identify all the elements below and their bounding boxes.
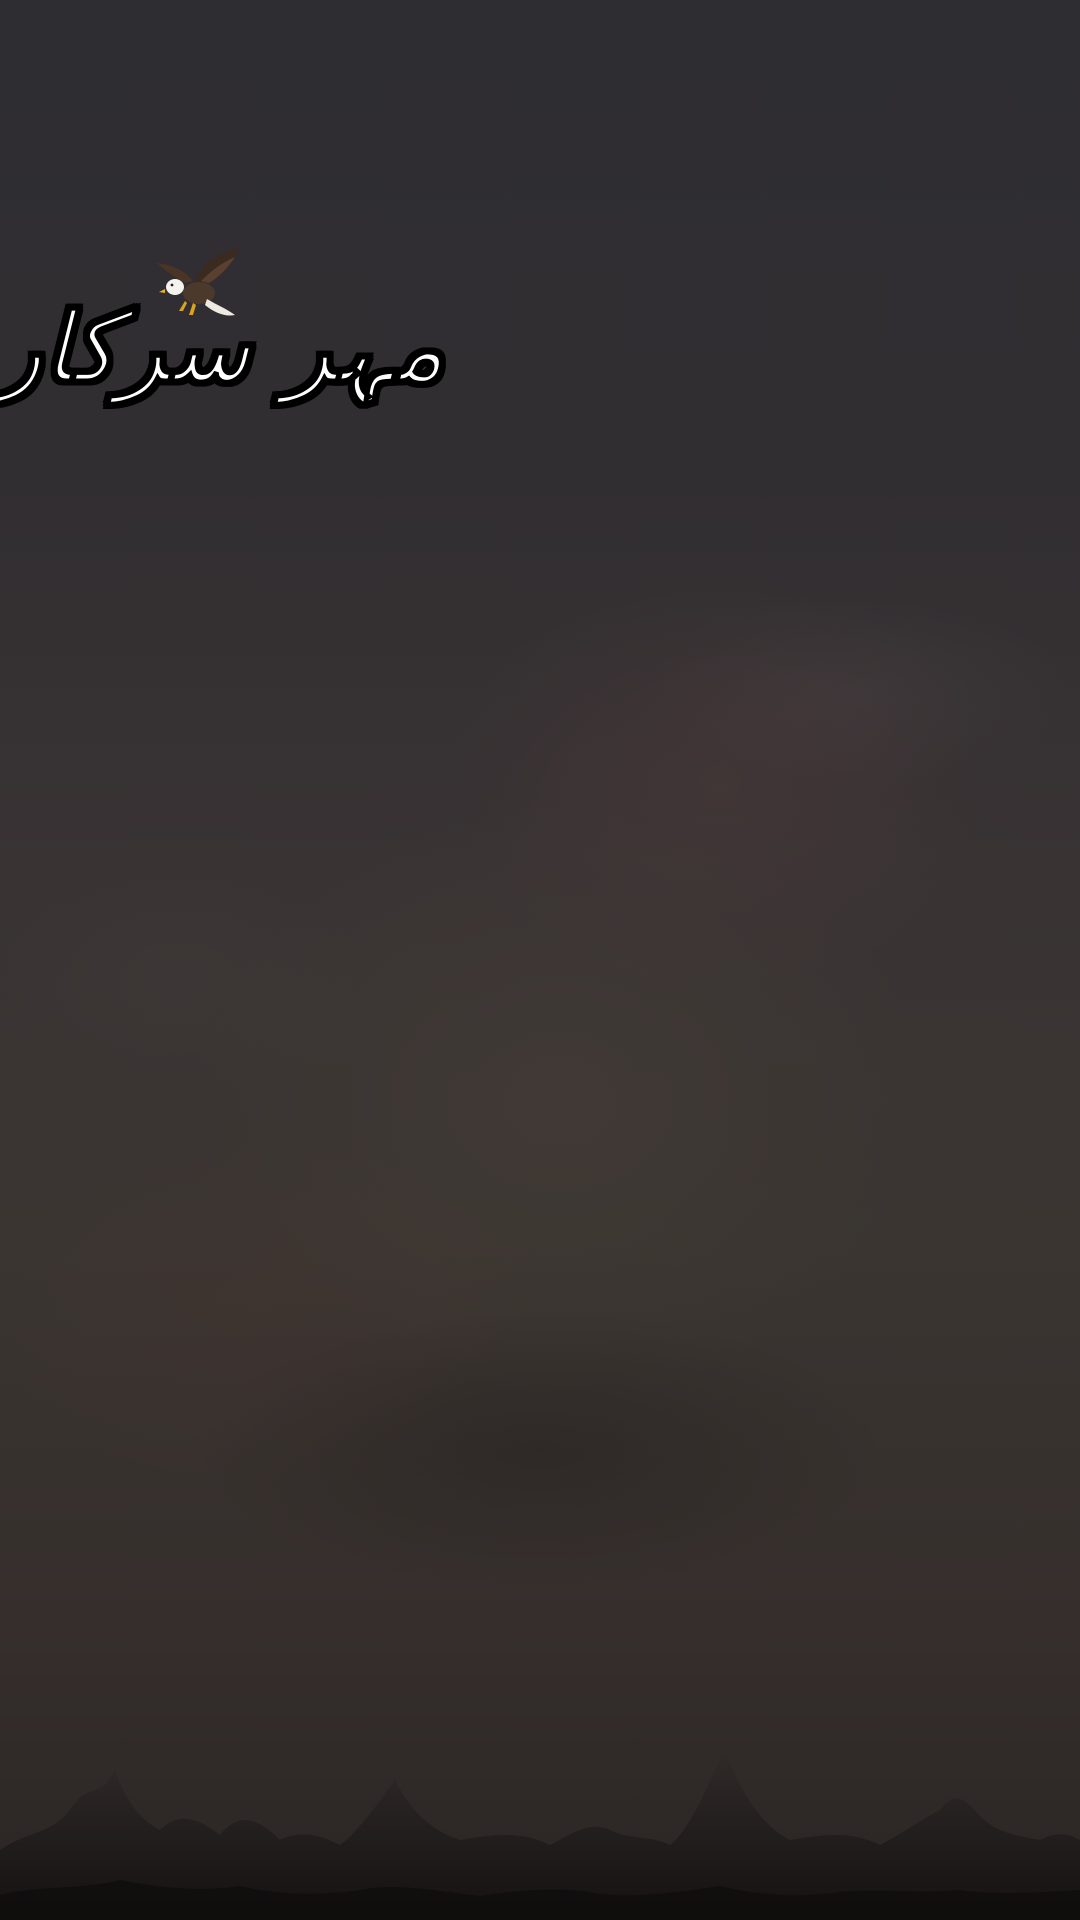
treeline-silhouette bbox=[0, 1750, 1080, 1920]
video-frame: مہر سرکار bbox=[0, 0, 1080, 1920]
channel-title: مہر سرکار bbox=[0, 292, 446, 404]
